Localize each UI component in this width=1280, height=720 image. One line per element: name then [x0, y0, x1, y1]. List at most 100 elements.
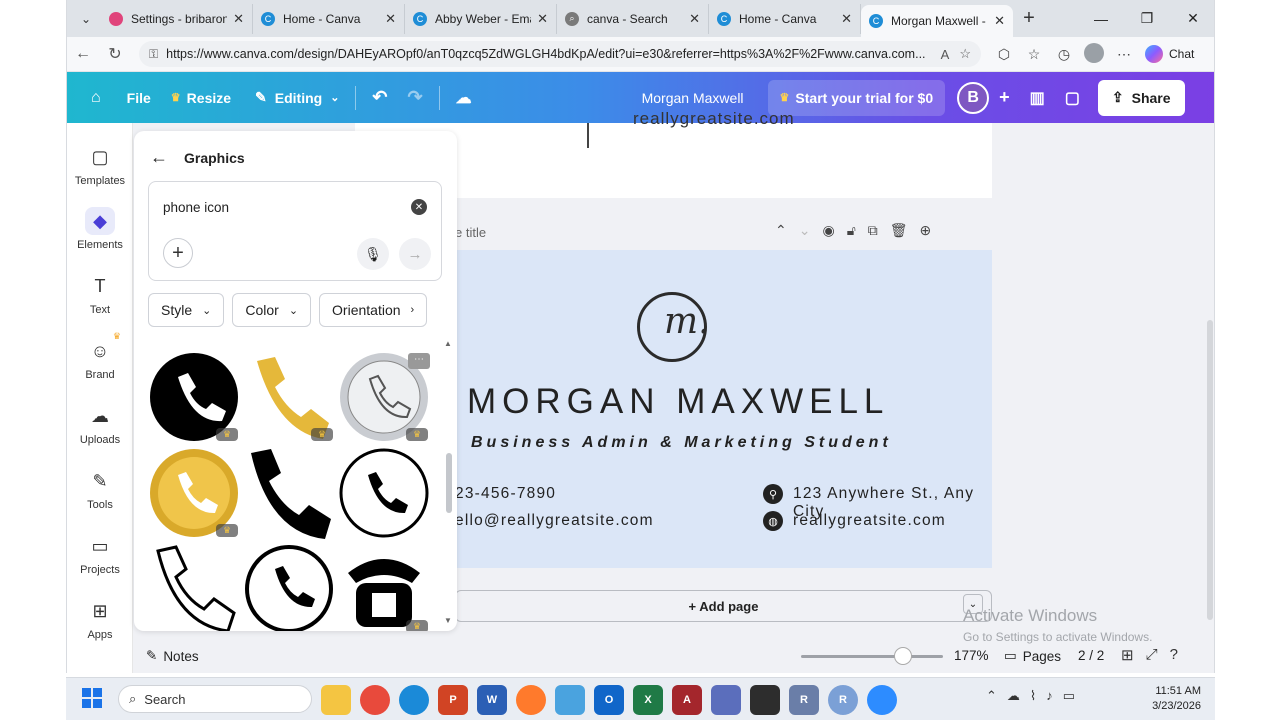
browser-tab-active[interactable]: C Morgan Maxwell - En ✕: [861, 5, 1013, 37]
url-field[interactable]: ⚿ https://www.canva.com/design/DAHEyAROp…: [139, 41, 981, 67]
restore-icon[interactable]: ❐: [1124, 0, 1170, 37]
move-page-up-icon[interactable]: ⌃: [775, 222, 787, 239]
extensions-icon[interactable]: ⬡: [989, 46, 1019, 63]
help-icon[interactable]: ?: [1170, 646, 1178, 664]
volume-icon[interactable]: ♪: [1046, 688, 1053, 704]
tab-actions-menu[interactable]: ⌄: [71, 5, 101, 33]
rail-item-text[interactable]: T Text: [67, 272, 133, 317]
microphone-icon[interactable]: 🎙︎: [357, 238, 389, 270]
onedrive-icon[interactable]: ☁: [1007, 688, 1020, 704]
back-arrow-icon[interactable]: ←: [67, 45, 99, 63]
excel-icon[interactable]: X: [633, 685, 663, 715]
delete-page-icon[interactable]: 🗑︎: [890, 222, 908, 239]
monogram-logo[interactable]: m.: [637, 292, 710, 362]
rail-item-elements[interactable]: ◆ Elements: [67, 207, 133, 251]
fullscreen-icon[interactable]: ⤢: [1146, 646, 1158, 664]
file-menu-button[interactable]: File: [117, 81, 161, 115]
add-page-icon[interactable]: ⊕: [920, 222, 932, 239]
rail-item-projects[interactable]: ▭ Projects: [67, 532, 133, 577]
user-avatar[interactable]: B: [957, 81, 990, 114]
zoom-level[interactable]: 177%: [954, 648, 989, 663]
notepad-icon[interactable]: [555, 685, 585, 715]
email-text[interactable]: ello@reallygreatsite.com: [455, 512, 654, 530]
home-button[interactable]: ⌂: [81, 81, 111, 115]
phone-graphic-result[interactable]: ♛: [148, 351, 240, 443]
back-arrow-icon[interactable]: ←: [150, 147, 168, 168]
minimize-icon[interactable]: —: [1078, 0, 1124, 37]
close-tab-icon[interactable]: ✕: [994, 13, 1005, 29]
phone-text[interactable]: 23-456-7890: [455, 485, 556, 503]
phone-graphic-result[interactable]: [243, 447, 335, 539]
browser-tab[interactable]: ⌕ canva - Search ✕: [557, 3, 709, 34]
phone-graphic-result[interactable]: [338, 447, 430, 539]
stick-figure-app-icon[interactable]: [750, 685, 780, 715]
rail-item-templates[interactable]: ▢ Templates: [67, 143, 133, 188]
page1-website-text[interactable]: reallygreatsite.com: [633, 109, 795, 129]
phone-graphic-result[interactable]: ♛: [243, 351, 335, 443]
phone-graphic-result[interactable]: ♛: [338, 543, 430, 631]
page-title-field[interactable]: e title: [455, 225, 486, 240]
powerpoint-icon[interactable]: P: [438, 685, 468, 715]
browser-tab[interactable]: C Home - Canva ✕: [709, 3, 861, 34]
browser-tab[interactable]: C Home - Canva ✕: [253, 3, 405, 34]
browser-tab[interactable]: Settings - bribaron21 ✕: [101, 3, 253, 34]
orientation-filter[interactable]: Orientation ›: [319, 293, 428, 327]
edge-icon[interactable]: [399, 685, 429, 715]
file-explorer-icon[interactable]: [321, 685, 351, 715]
close-tab-icon[interactable]: ✕: [537, 11, 548, 27]
browser-tab[interactable]: C Abby Weber - Email S ✕: [405, 3, 557, 34]
zoom-slider-knob[interactable]: [894, 647, 912, 665]
panel-scrollbar[interactable]: [445, 338, 453, 628]
r-language-icon[interactable]: R: [789, 685, 819, 715]
rail-item-apps[interactable]: ⊞ Apps: [67, 597, 133, 642]
rail-item-brand[interactable]: ♛ ☺ Brand: [67, 331, 133, 381]
zoom-icon[interactable]: [867, 685, 897, 715]
editing-mode-button[interactable]: ✎ Editing ⌄: [245, 81, 349, 115]
rstudio-icon[interactable]: R: [828, 685, 858, 715]
website-text[interactable]: reallygreatsite.com: [793, 512, 946, 530]
name-heading[interactable]: MORGAN MAXWELL: [467, 382, 889, 422]
wifi-icon[interactable]: ⌇: [1030, 688, 1036, 704]
history-icon[interactable]: ◷: [1049, 46, 1079, 63]
phone-graphic-result[interactable]: ⋯ ♛: [338, 351, 430, 443]
favorite-star-icon[interactable]: ☆: [959, 46, 971, 62]
comments-icon[interactable]: ▢: [1055, 81, 1090, 115]
phone-graphic-result[interactable]: [243, 543, 335, 631]
clear-search-icon[interactable]: ✕: [411, 199, 427, 215]
duplicate-page-icon[interactable]: ⧉: [868, 222, 878, 239]
undo-button[interactable]: ↶: [362, 81, 397, 115]
refresh-icon[interactable]: ↻: [99, 44, 131, 64]
profile-avatar-icon[interactable]: [1079, 42, 1109, 66]
site-info-icon[interactable]: ⚿: [149, 47, 158, 62]
network-app-icon[interactable]: [711, 685, 741, 715]
rail-item-tools[interactable]: ✎ Tools: [67, 467, 133, 512]
firefox-icon[interactable]: [516, 685, 546, 715]
close-window-icon[interactable]: ✕: [1170, 0, 1214, 37]
windows-start-icon[interactable]: [82, 688, 102, 708]
outlook-icon[interactable]: O: [594, 685, 624, 715]
notes-button[interactable]: ✎ Notes: [146, 648, 199, 664]
close-tab-icon[interactable]: ✕: [689, 11, 700, 27]
pages-button[interactable]: ▭ Pages: [1004, 648, 1061, 664]
word-icon[interactable]: W: [477, 685, 507, 715]
role-subtitle[interactable]: Business Admin & Marketing Student: [471, 434, 892, 452]
phone-graphic-result[interactable]: ♛: [148, 447, 240, 539]
color-filter[interactable]: Color ⌄: [232, 293, 312, 327]
add-page-button[interactable]: + Add page: [455, 590, 992, 622]
add-collaborator-icon[interactable]: +: [989, 81, 1020, 115]
share-button[interactable]: ⇪ Share: [1097, 79, 1185, 116]
add-icon[interactable]: +: [163, 238, 193, 268]
battery-icon[interactable]: ▭: [1063, 688, 1075, 704]
close-tab-icon[interactable]: ✕: [385, 11, 396, 27]
move-page-down-icon[interactable]: ⌄: [799, 222, 811, 239]
new-tab-button[interactable]: +: [1013, 7, 1045, 30]
more-menu-icon[interactable]: ⋯: [1109, 46, 1139, 63]
design-page-2[interactable]: m. MORGAN MAXWELL Business Admin & Marke…: [455, 250, 992, 568]
chevron-up-icon[interactable]: ⌃: [986, 688, 997, 704]
lock-page-icon[interactable]: 🔓︎: [847, 222, 856, 239]
phone-graphic-result[interactable]: [148, 543, 240, 631]
search-input[interactable]: phone icon: [163, 200, 229, 215]
style-filter[interactable]: Style ⌄: [148, 293, 225, 327]
resize-button[interactable]: ♛ Resize: [161, 81, 241, 115]
more-options-icon[interactable]: ⋯: [408, 353, 430, 369]
